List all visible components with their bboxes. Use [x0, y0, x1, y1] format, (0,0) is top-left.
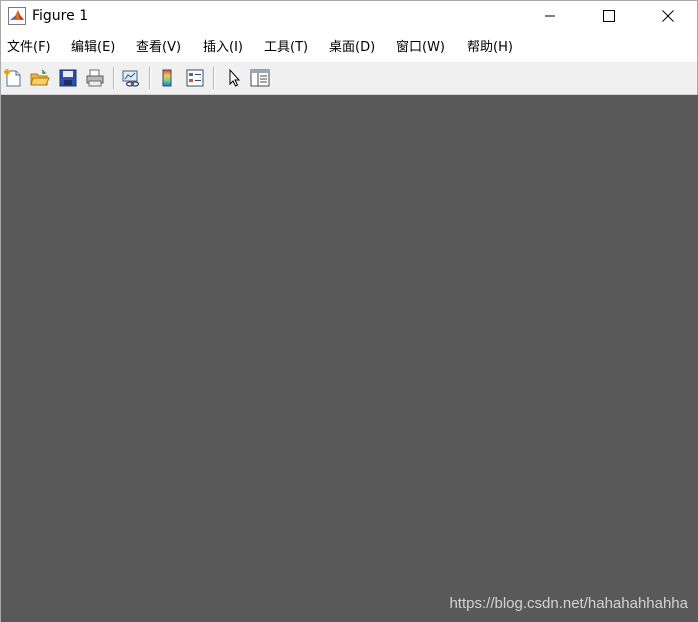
title-bar[interactable]: Figure 1: [1, 1, 697, 31]
property-inspector-icon: [250, 69, 270, 87]
close-icon: [662, 10, 674, 22]
open-file-button[interactable]: [29, 67, 51, 89]
menu-edit[interactable]: 编辑(E): [71, 39, 115, 57]
minimize-icon: [545, 15, 555, 17]
toolbar-separator: [149, 67, 150, 89]
menu-window[interactable]: 窗口(W): [396, 39, 445, 57]
maximize-icon: [603, 10, 615, 22]
menu-bar: 文件(F) 编辑(E) 查看(V) 插入(I) 工具(T) 桌面(D) 窗口(W…: [1, 35, 697, 61]
figure-toolbar: [1, 62, 697, 95]
insert-colorbar-button[interactable]: [156, 67, 178, 89]
save-button[interactable]: [57, 67, 79, 89]
matlab-icon: [8, 7, 26, 25]
edit-plot-button[interactable]: [223, 67, 245, 89]
new-figure-button[interactable]: [2, 67, 24, 89]
save-icon: [59, 69, 77, 87]
minimize-button[interactable]: [527, 1, 573, 31]
toolbar-separator: [113, 67, 114, 89]
menu-help[interactable]: 帮助(H): [467, 39, 513, 57]
insert-colorbar-icon: [162, 69, 172, 87]
figure-canvas[interactable]: https://blog.csdn.net/hahahahhahha: [1, 95, 698, 622]
figure-window: Figure 1 文件(F) 编辑(E) 查看(V) 插入(I) 工具(T) 桌…: [0, 0, 698, 622]
edit-plot-arrow-icon: [229, 68, 241, 87]
link-plot-button[interactable]: [120, 67, 142, 89]
toolbar-separator: [213, 67, 214, 89]
menu-view[interactable]: 查看(V): [136, 39, 181, 57]
new-figure-icon: [4, 69, 21, 87]
menu-tools[interactable]: 工具(T): [264, 39, 308, 57]
print-icon: [86, 69, 104, 87]
insert-legend-icon: [186, 69, 204, 87]
watermark-text: https://blog.csdn.net/hahahahhahha: [449, 595, 688, 612]
insert-legend-button[interactable]: [184, 67, 206, 89]
menu-file[interactable]: 文件(F): [7, 39, 51, 57]
open-file-icon: [30, 69, 50, 86]
property-inspector-button[interactable]: [249, 67, 271, 89]
link-plot-icon: [122, 70, 140, 87]
menu-desktop[interactable]: 桌面(D): [329, 39, 375, 57]
window-title: Figure 1: [32, 8, 89, 24]
menu-insert[interactable]: 插入(I): [203, 39, 243, 57]
maximize-button[interactable]: [586, 1, 632, 31]
print-button[interactable]: [84, 67, 106, 89]
close-button[interactable]: [645, 1, 691, 31]
